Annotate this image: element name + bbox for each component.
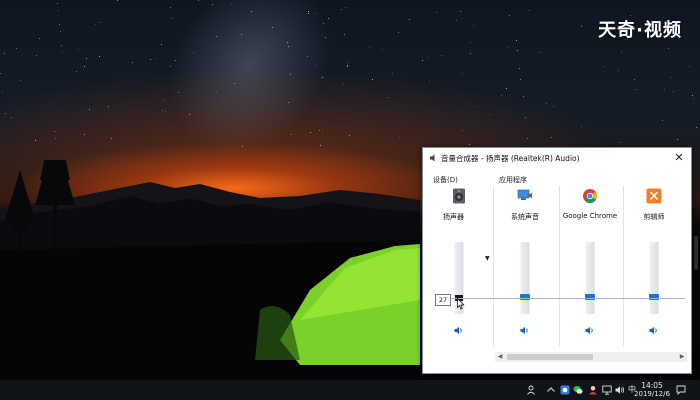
- user-icon[interactable]: [588, 385, 598, 395]
- mute-device-icon[interactable]: [454, 326, 464, 335]
- network-icon[interactable]: [602, 385, 612, 395]
- scroll-left-icon[interactable]: ◀: [495, 352, 505, 362]
- app-column: 系统声音: [495, 186, 555, 346]
- chevron-down-icon[interactable]: ▼: [485, 255, 490, 262]
- app-volume-slider[interactable]: [520, 242, 530, 314]
- clock-time[interactable]: 14:05: [637, 381, 667, 390]
- app-label[interactable]: 剪辑师: [624, 212, 684, 222]
- volume-mixer-window: 音量合成器 - 扬声器 (Realtek(R) Audio) ✕ 设备(D) 应…: [422, 147, 692, 374]
- taskbar: 中 14:05 2019/12/6: [0, 380, 700, 400]
- wechat-icon[interactable]: [573, 385, 583, 395]
- app-column: 剪辑师: [624, 186, 684, 346]
- app-column: Google Chrome: [560, 186, 620, 346]
- device-section-label: 设备(D): [433, 176, 458, 184]
- volume-icon[interactable]: [615, 385, 625, 395]
- mute-app-icon[interactable]: [649, 326, 659, 335]
- volume-level-line: [435, 298, 685, 299]
- edge-scrollbar[interactable]: [694, 236, 698, 270]
- volume-tooltip: 27: [435, 294, 451, 306]
- mute-app-icon[interactable]: [520, 326, 530, 335]
- app-label[interactable]: Google Chrome: [560, 212, 620, 220]
- horizontal-scrollbar[interactable]: ◀ ▶: [495, 352, 687, 362]
- app-volume-slider[interactable]: [649, 242, 659, 314]
- titlebar[interactable]: 音量合成器 - 扬声器 (Realtek(R) Audio) ✕: [423, 148, 691, 168]
- mouse-cursor-icon: [457, 298, 465, 310]
- chevron-up-icon[interactable]: [546, 385, 556, 395]
- app-volume-slider[interactable]: [585, 242, 595, 314]
- notification-icon[interactable]: [676, 385, 686, 395]
- device-label[interactable]: 扬声器: [443, 212, 464, 222]
- speaker-icon: [430, 154, 435, 162]
- app-icon-blue[interactable]: [560, 385, 570, 395]
- scroll-right-icon[interactable]: ▶: [677, 352, 687, 362]
- app-label[interactable]: 系统声音: [495, 212, 555, 222]
- mute-app-icon[interactable]: [585, 326, 595, 335]
- speaker-device-icon[interactable]: [451, 188, 467, 204]
- clock-date[interactable]: 2019/12/6: [628, 390, 676, 398]
- window-title: 音量合成器 - 扬声器 (Realtek(R) Audio): [441, 154, 580, 163]
- jianjishi-icon[interactable]: [646, 188, 662, 204]
- close-button[interactable]: ✕: [667, 148, 691, 168]
- device-column: 扬声器 ▼: [429, 186, 490, 346]
- apps-section-label: 应用程序: [499, 176, 527, 184]
- system-sounds-icon[interactable]: [517, 188, 533, 204]
- watermark-logo: 天奇·视频: [598, 20, 682, 41]
- people-icon[interactable]: [527, 385, 537, 395]
- scroll-thumb[interactable]: [507, 354, 593, 360]
- chrome-icon[interactable]: [582, 188, 598, 204]
